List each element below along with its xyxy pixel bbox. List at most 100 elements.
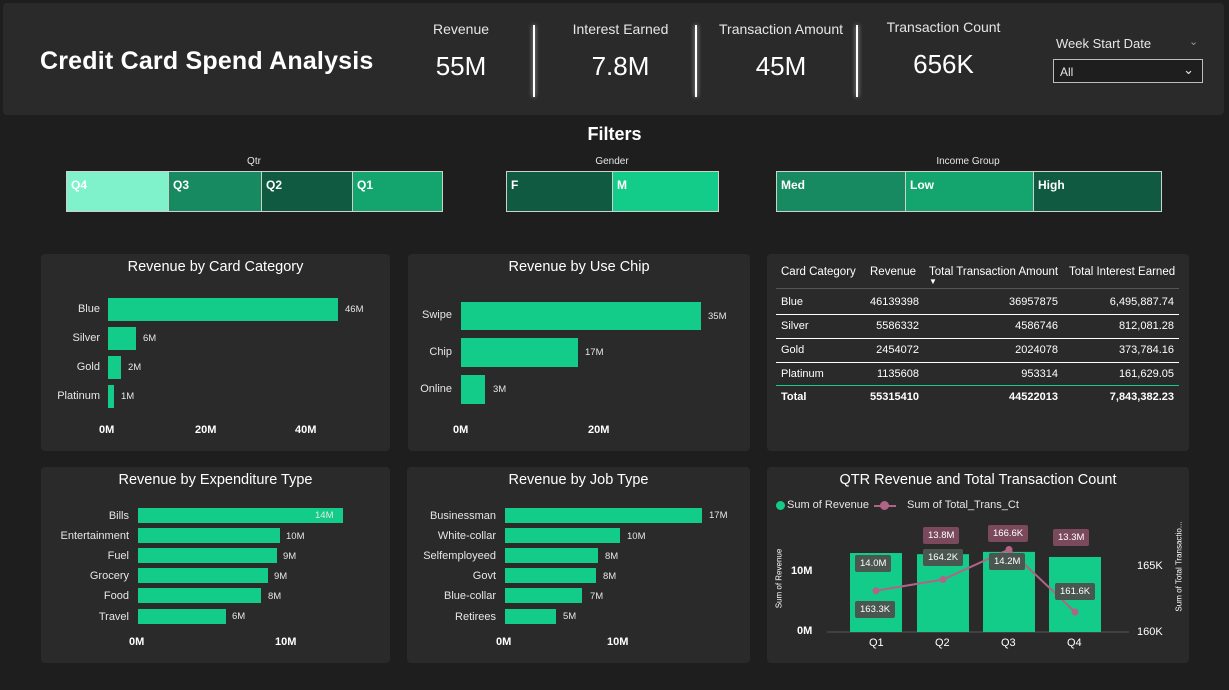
x-tick: Q2 (935, 637, 950, 649)
slicer-item-f[interactable]: F (507, 172, 613, 211)
gender-slicer-label: Gender (595, 156, 629, 167)
x-tick: 0M (453, 424, 469, 436)
slicer-item-low[interactable]: Low (906, 172, 1034, 211)
total-cell: 7,843,382.23 (1109, 391, 1174, 403)
category-label: Chip (429, 346, 452, 358)
slicer-item-m[interactable]: M (613, 172, 718, 211)
table-cell: 2454072 (876, 344, 919, 356)
week-start-dropdown[interactable]: All ⌄ (1053, 59, 1203, 83)
column-header[interactable]: Revenue (870, 266, 916, 278)
total-cell: Total (781, 391, 807, 403)
table-cell: Blue (781, 296, 804, 308)
bar-white-collar (505, 528, 620, 543)
data-label: 10M (627, 531, 646, 542)
slicer-item-q3[interactable]: Q3 (169, 172, 262, 211)
count-data-label: 164.2K (923, 549, 964, 566)
category-label: Bills (108, 510, 129, 522)
income-slicer-label: Income Group (936, 156, 1000, 167)
category-label: Grocery (89, 570, 129, 582)
category-label: Fuel (107, 550, 129, 562)
table-cell: 5586332 (876, 320, 919, 332)
row-divider (776, 314, 1179, 315)
x-tick: 0M (129, 636, 145, 648)
data-label: 9M (283, 551, 297, 562)
gender-slicer: F M (506, 171, 719, 212)
qtr-combo-chart: QTR Revenue and Total Transaction Count … (767, 467, 1189, 663)
data-label: 8M (605, 551, 619, 562)
count-point (1071, 608, 1079, 616)
slicer-item-med[interactable]: Med (777, 172, 906, 211)
kpi-value: 656K (913, 49, 974, 79)
table-cell: 373,784.16 (1118, 344, 1174, 356)
x-tick: 20M (588, 424, 610, 436)
x-tick: 10M (275, 636, 297, 648)
slicer-item-q2[interactable]: Q2 (262, 172, 353, 211)
bar-platinum (108, 385, 114, 408)
chevron-down-icon: ⌄ (1183, 62, 1194, 77)
kpi-label: Interest Earned (572, 21, 669, 37)
data-label: 5M (563, 611, 577, 622)
kpi-interest-earned: Interest Earned 7.8M (563, 21, 678, 82)
week-start-label: Week Start Date (1056, 36, 1152, 51)
kpi-value: 55M (435, 51, 487, 81)
category-label: Silver (72, 332, 100, 344)
data-label: 9M (274, 571, 288, 582)
revenue-data-label: 13.3M (1053, 529, 1090, 546)
bar-entertainment (138, 528, 280, 543)
category-label: Travel (98, 611, 129, 623)
data-label: 7M (590, 591, 604, 602)
table-cell: 1135608 (876, 368, 919, 380)
x-tick: 0M (496, 636, 512, 648)
count-data-label: 166.6K (988, 525, 1029, 542)
count-point (1005, 546, 1013, 553)
x-tick: Q4 (1067, 637, 1082, 649)
category-label: Govt (472, 570, 496, 582)
slicer-item-q1[interactable]: Q1 (353, 172, 442, 211)
count-data-label: 163.3K (855, 601, 896, 618)
card-category-table: Card Category Revenue Total Transaction … (767, 254, 1189, 451)
column-header[interactable]: Total Interest Earned (1069, 266, 1175, 278)
dropdown-value: All (1060, 65, 1074, 79)
category-label: Online (420, 383, 452, 395)
bar-online (461, 375, 485, 404)
chart-title: Revenue by Expenditure Type (118, 472, 313, 488)
bar-businessman (505, 508, 702, 523)
kpi-divider (856, 25, 858, 97)
revenue-data-label: 14.0M (855, 555, 892, 572)
category-label: White-collar (437, 530, 496, 542)
qtr-plot (827, 546, 1129, 633)
expenditure-chart: Revenue by Expenditure Type Bills 14M En… (41, 467, 390, 663)
table-cell: Silver (781, 320, 809, 332)
count-data-label: 161.6K (1055, 583, 1096, 600)
slicer-item-high[interactable]: High (1034, 172, 1161, 211)
category-label: Entertainment (60, 530, 129, 542)
x-tick: 20M (195, 424, 217, 436)
bar-govt (505, 568, 596, 583)
table-cell: 6,495,887.74 (1109, 296, 1174, 308)
row-divider (776, 338, 1179, 339)
sort-desc-icon: ▼ (929, 277, 937, 286)
table-cell: 36957875 (1009, 296, 1058, 308)
bar-retirees (505, 609, 556, 624)
data-label: 35M (708, 311, 727, 322)
kpi-value: 45M (755, 51, 807, 81)
data-label: 8M (603, 571, 617, 582)
filters-title: Filters (587, 124, 642, 144)
category-label: Businessman (429, 510, 496, 522)
chevron-down-icon[interactable]: ⌄ (1189, 35, 1198, 48)
bar-fuel (138, 548, 277, 563)
data-label: 17M (585, 347, 604, 358)
data-label: 10M (286, 531, 305, 542)
data-label: 6M (232, 611, 246, 622)
column-header[interactable]: Total Transaction Amount (929, 266, 1058, 278)
slicer-item-q4[interactable]: Q4 (67, 172, 169, 211)
column-header[interactable]: Card Category (781, 266, 856, 278)
table-cell: 161,629.05 (1118, 368, 1174, 380)
x-tick: Q3 (1001, 637, 1016, 649)
card-category-chart: Revenue by Card Category Blue 46M Silver… (41, 254, 390, 451)
category-label: Swipe (422, 309, 452, 321)
data-label: 6M (143, 333, 157, 344)
kpi-label: Transaction Count (886, 19, 1001, 35)
kpi-divider (695, 25, 697, 97)
count-line (875, 548, 1076, 613)
